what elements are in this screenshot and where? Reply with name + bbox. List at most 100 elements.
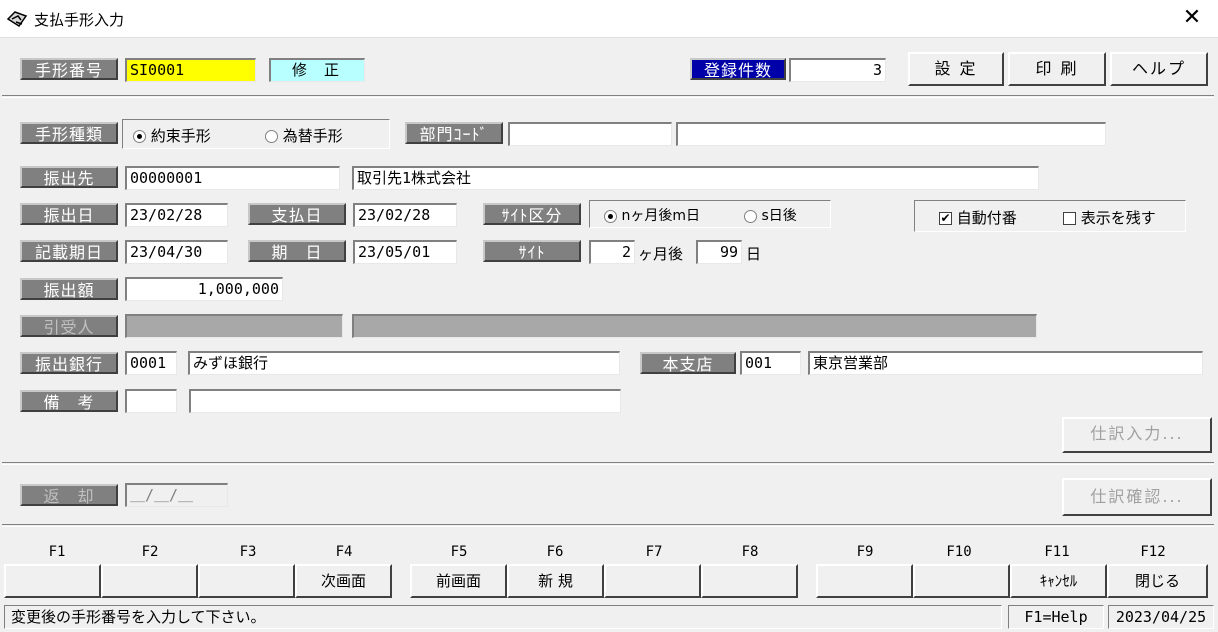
note-type-group: 約束手形 為替手形 [122, 119, 390, 149]
radio-on-icon [133, 130, 146, 143]
window-title: 支払手形入力 [34, 11, 125, 29]
site-kind-label: ｻｲﾄ区分 [483, 203, 581, 225]
dept-code-input[interactable] [508, 122, 672, 146]
amount-input[interactable]: 1,000,000 [125, 277, 283, 301]
auto-number-group: ✔ 自動付番 表示を残す [914, 200, 1186, 232]
note-number-input[interactable]: SI0001 [125, 58, 256, 82]
radio-label: s日後 [761, 208, 797, 224]
site-label: ｻｲﾄ [483, 240, 581, 262]
fkey-f1-button[interactable] [4, 564, 101, 598]
settings-button[interactable]: 設 定 [908, 52, 1004, 86]
note-type-label: 手形種類 [20, 122, 118, 144]
title-bar: 支払手形入力 ✕ [0, 0, 1218, 38]
fkey-label-f10: F10 [946, 544, 972, 560]
checkbox-label: 自動付番 [956, 209, 1017, 227]
site-days-input[interactable]: 99 [696, 240, 742, 264]
fkey-f8-button[interactable] [701, 564, 798, 598]
issue-date-label: 振出日 [20, 203, 118, 225]
days-unit: 日 [746, 245, 762, 263]
pay-date-label: 支払日 [248, 203, 346, 225]
acceptor-code-input [125, 314, 343, 338]
pay-date-input[interactable]: 23/02/28 [353, 203, 457, 227]
fkey-f7-button[interactable] [604, 564, 701, 598]
fkey-label-f2: F2 [141, 544, 159, 560]
auto-number-checkbox[interactable]: ✔ 自動付番 [939, 207, 1017, 228]
fkey-label-f3: F3 [239, 544, 257, 560]
branch-code-input[interactable]: 001 [740, 351, 801, 375]
branch-label: 本支店 [640, 352, 736, 374]
payee-name-field[interactable]: 取引先1株式会社 [352, 166, 1039, 190]
next-screen-button[interactable]: 次画面 [295, 564, 392, 598]
fkey-label-f7: F7 [645, 544, 663, 560]
dept-code-label: 部門ｺｰﾄﾞ [405, 122, 503, 144]
app-icon [6, 11, 28, 28]
radio-label: nヶ月後m日 [621, 208, 700, 224]
note-number-label: 手形番号 [20, 58, 118, 80]
remarks-label: 備 考 [20, 390, 118, 412]
fkey-label-f5: F5 [450, 544, 468, 560]
fkey-f10-button[interactable] [913, 564, 1010, 598]
fkey-label-f11: F11 [1044, 544, 1070, 560]
radio-label: 約束手形 [150, 127, 211, 145]
radio-off-icon [265, 130, 278, 143]
keep-display-checkbox[interactable]: 表示を残す [1063, 207, 1156, 228]
payee-code-input[interactable]: 00000001 [125, 166, 340, 190]
fkey-label-f1: F1 [48, 544, 66, 560]
mode-indicator: 修 正 [269, 58, 365, 82]
help-button[interactable]: ヘルプ [1110, 52, 1208, 86]
record-count-label: 登録件数 [690, 58, 786, 80]
status-bar: 変更後の手形番号を入力して下さい。 F1=Help 2023/04/25 [0, 604, 1218, 630]
journal-confirm-button[interactable]: 仕訳確認... [1062, 478, 1212, 516]
separator [2, 462, 1214, 465]
remarks-input[interactable] [189, 389, 621, 413]
fkey-f2-button[interactable] [101, 564, 198, 598]
record-count-value: 3 [789, 58, 886, 82]
due-date-input[interactable]: 23/05/01 [353, 240, 457, 264]
bank-name-field[interactable]: みずほ銀行 [188, 351, 620, 375]
status-message: 変更後の手形番号を入力して下さい。 [4, 605, 1002, 629]
dept-name-field[interactable] [676, 122, 1106, 146]
fkey-f9-button[interactable] [816, 564, 913, 598]
branch-name-field[interactable]: 東京営業部 [808, 351, 1203, 375]
new-button[interactable]: 新 規 [507, 564, 604, 598]
fkey-label-f9: F9 [856, 544, 874, 560]
issue-date-input[interactable]: 23/02/28 [125, 203, 228, 227]
fkey-label-f6: F6 [546, 544, 564, 560]
status-date: 2023/04/25 [1108, 605, 1214, 629]
due-date-label: 期 日 [248, 240, 346, 262]
amount-label: 振出額 [20, 278, 118, 300]
site-months-input[interactable]: 2 [589, 240, 635, 264]
payee-label: 振出先 [20, 166, 118, 188]
print-button[interactable]: 印 刷 [1008, 52, 1106, 86]
checkbox-unchecked-icon [1063, 212, 1076, 225]
radio-label: 為替手形 [282, 127, 343, 145]
radio-sdays[interactable]: s日後 [744, 205, 797, 225]
return-label: 返 却 [20, 484, 118, 506]
bank-code-input[interactable]: 0001 [125, 351, 177, 375]
separator [2, 524, 1214, 527]
checkbox-label: 表示を残す [1080, 209, 1156, 227]
site-kind-group: nヶ月後m日 s日後 [589, 200, 831, 228]
prev-screen-button[interactable]: 前画面 [410, 564, 507, 598]
record-date-label: 記載期日 [20, 240, 118, 262]
remarks-code-input[interactable] [125, 389, 177, 413]
bank-label: 振出銀行 [20, 352, 118, 374]
fkey-f3-button[interactable] [198, 564, 295, 598]
checkbox-checked-icon: ✔ [939, 211, 952, 225]
record-date-input[interactable]: 23/04/30 [125, 240, 228, 264]
radio-bill-of-exchange[interactable]: 為替手形 [265, 125, 343, 146]
separator [2, 95, 1214, 98]
acceptor-label: 引受人 [20, 315, 118, 337]
return-date-input: ＿/＿/＿ [125, 483, 228, 507]
status-help: F1=Help [1008, 605, 1104, 629]
fkey-label-f4: F4 [335, 544, 353, 560]
close-button[interactable]: 閉じる [1107, 564, 1208, 598]
radio-nmonth[interactable]: nヶ月後m日 [604, 205, 700, 225]
fkey-label-f12: F12 [1140, 544, 1166, 560]
journal-input-button[interactable]: 仕訳入力... [1062, 417, 1212, 453]
cancel-button[interactable]: ｷｬﾝｾﾙ [1010, 564, 1107, 598]
radio-promissory[interactable]: 約束手形 [133, 125, 211, 146]
radio-on-icon [604, 209, 617, 223]
acceptor-name-field [352, 314, 1037, 338]
close-icon[interactable]: ✕ [1178, 4, 1206, 32]
